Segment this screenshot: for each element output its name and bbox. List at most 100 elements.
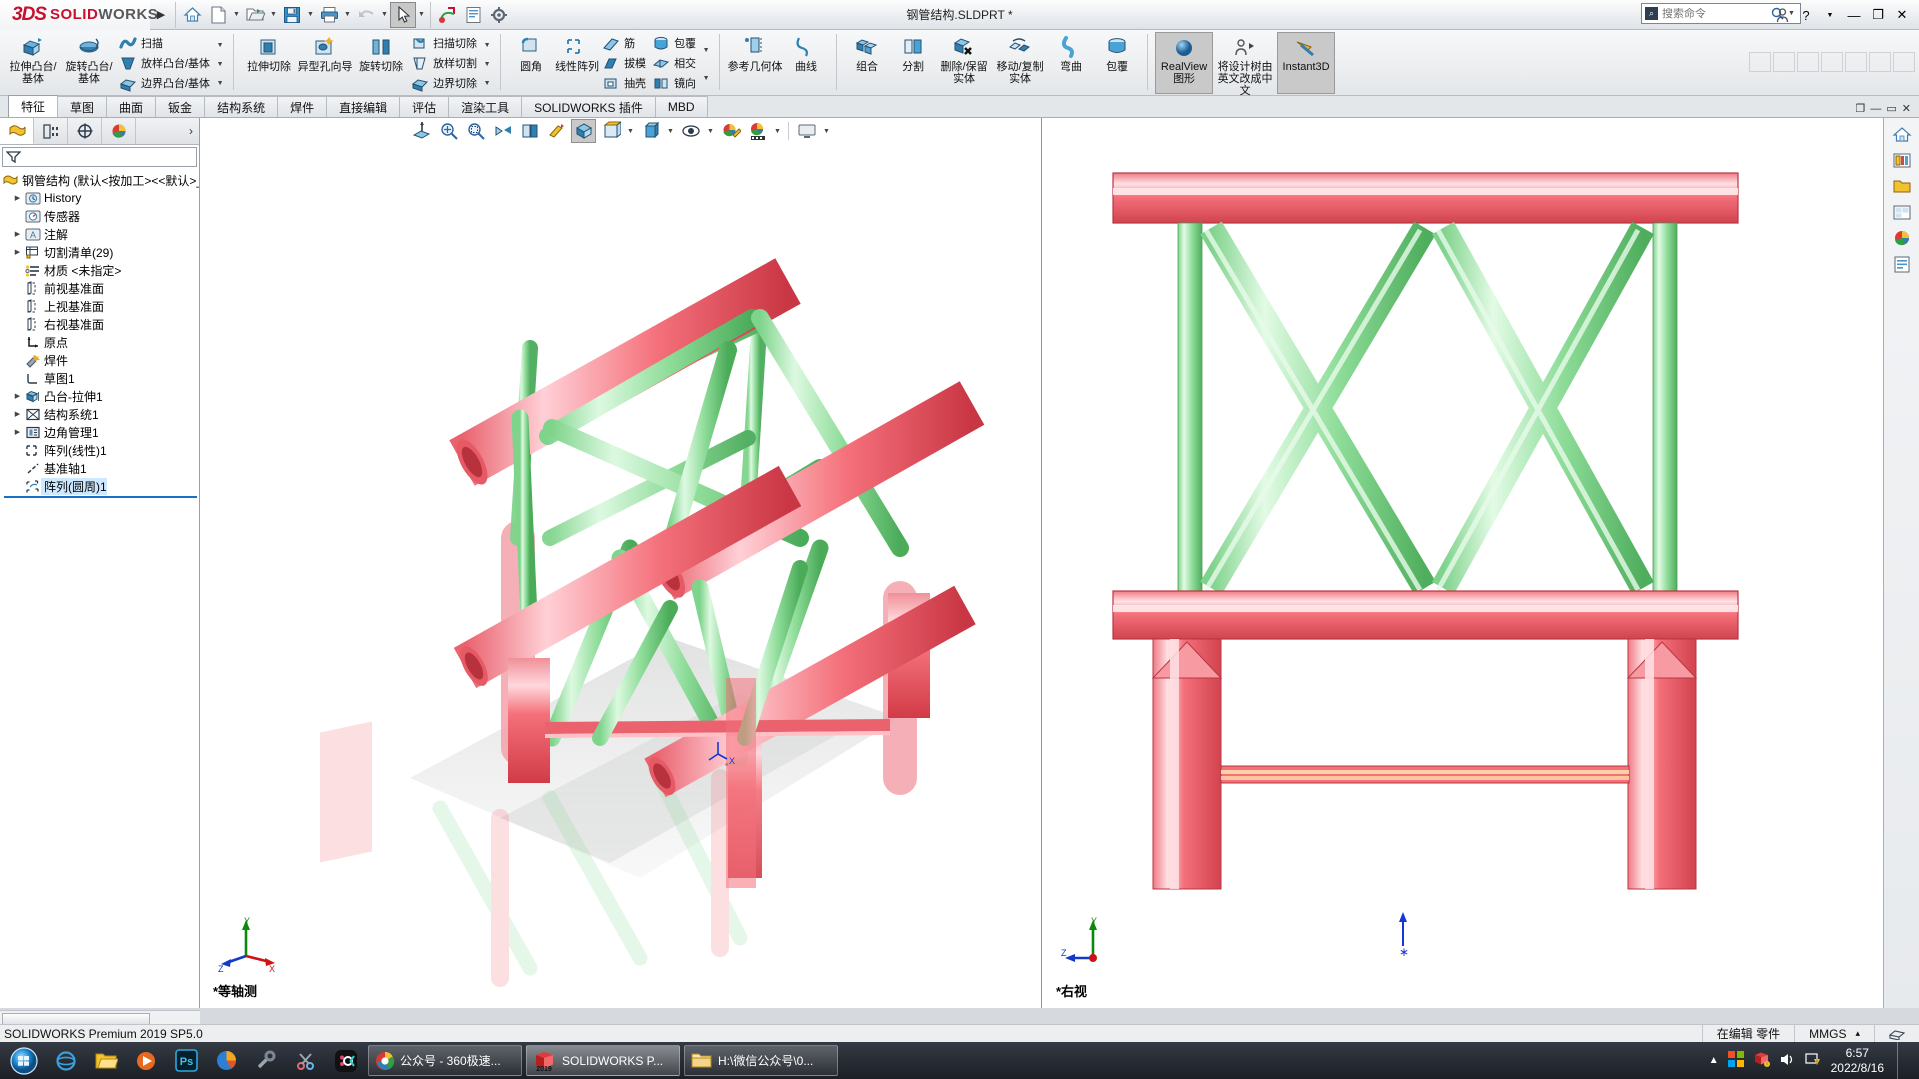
- tree-item-sketch1[interactable]: 草图1: [2, 369, 199, 387]
- open-folder-icon[interactable]: [242, 2, 268, 28]
- overflow-icon-6[interactable]: [1869, 52, 1891, 72]
- apply-scene-icon[interactable]: [745, 119, 770, 143]
- hide-show-items-icon[interactable]: [678, 119, 703, 143]
- tree-item-corner-management1[interactable]: ▶ 边角管理1: [2, 423, 199, 441]
- tab-weldments[interactable]: 焊件: [277, 96, 328, 117]
- loft-dropdown-icon[interactable]: ▼: [214, 55, 226, 74]
- mirror-button[interactable]: 镜向: [650, 73, 700, 93]
- taskbar-item-solidworks[interactable]: 2019 SOLIDWORKS P...: [526, 1045, 680, 1076]
- tree-item-front-plane[interactable]: 前视基准面: [2, 279, 199, 297]
- zoom-to-fit-icon[interactable]: [436, 119, 461, 143]
- curves-button[interactable]: 曲线: [783, 32, 829, 94]
- boundary-cut-dropdown-icon[interactable]: ▼: [481, 74, 493, 93]
- tree-item-linear-pattern1[interactable]: 阵列(线性)1: [2, 441, 199, 459]
- tree-expand-boss-extrude1[interactable]: ▶: [11, 392, 24, 400]
- start-orb-icon[interactable]: [2, 1043, 46, 1078]
- select-dropdown-icon[interactable]: ▼: [416, 2, 427, 28]
- move-copy-body-button[interactable]: 移动/复制实体: [992, 32, 1048, 94]
- tab-mbd[interactable]: MBD: [654, 96, 708, 117]
- explorer-icon[interactable]: [86, 1043, 126, 1078]
- rib-button[interactable]: 筋: [600, 33, 650, 53]
- menu-expand-arrow-icon[interactable]: ▶: [150, 8, 172, 21]
- view-settings-icon[interactable]: [794, 119, 819, 143]
- section-view-icon[interactable]: [409, 119, 434, 143]
- rebuild-icon[interactable]: [434, 2, 460, 28]
- print-dropdown-icon[interactable]: ▼: [342, 2, 353, 28]
- view-settings-dropdown-icon[interactable]: ▼: [821, 119, 832, 143]
- linear-pattern-button[interactable]: 线性阵列: [554, 32, 600, 94]
- extrude-boss-button[interactable]: 拉伸凸台/基体: [5, 32, 61, 94]
- sweep-cut-button[interactable]: 扫描切除: [409, 33, 481, 53]
- new-document-dropdown-icon[interactable]: ▼: [231, 2, 242, 28]
- tree-item-axis1[interactable]: 基准轴1: [2, 459, 199, 477]
- realview-graphics-toggle[interactable]: RealView 图形: [1155, 32, 1214, 94]
- ok-icon[interactable]: [326, 1043, 366, 1078]
- tree-expand-cutlist[interactable]: ▶: [11, 248, 24, 256]
- tab-sketch[interactable]: 草图: [57, 96, 108, 117]
- edit-appearance-icon[interactable]: [718, 119, 743, 143]
- tab-evaluate[interactable]: 评估: [399, 96, 450, 117]
- sweep-dropdown-icon[interactable]: ▼: [214, 36, 226, 55]
- revolve-cut-button[interactable]: 旋转切除: [353, 32, 409, 94]
- restore-doc-icon[interactable]: ❐: [1856, 102, 1866, 115]
- delete-keep-body-button[interactable]: 删除/保留实体: [936, 32, 992, 94]
- media-player-icon[interactable]: [126, 1043, 166, 1078]
- tree-language-toggle[interactable]: 将设计树由英文改成中文: [1216, 32, 1274, 98]
- tab-features[interactable]: 特征: [8, 95, 59, 117]
- minimize-doc-icon[interactable]: —: [1870, 103, 1881, 115]
- shell-button[interactable]: 抽壳: [600, 73, 650, 93]
- loft-cut-dropdown-icon[interactable]: ▼: [481, 55, 493, 74]
- minimize-button[interactable]: —: [1843, 3, 1865, 27]
- hide-show-items-dropdown-icon[interactable]: ▼: [705, 119, 716, 143]
- display-style-icon[interactable]: [638, 119, 663, 143]
- tab-sheetmetal[interactable]: 钣金: [155, 96, 206, 117]
- isometric-viewport[interactable]: ▼ ▼ ▼ ▼ ▼ X Y X Z *等轴测: [200, 118, 1042, 1008]
- firefox-icon[interactable]: [206, 1043, 246, 1078]
- taskbar-clock[interactable]: 6:57 2022/8/16: [1831, 1046, 1884, 1076]
- sweep-button[interactable]: 扫描: [117, 33, 214, 53]
- view-cube-dropdown-icon[interactable]: ▼: [625, 119, 636, 143]
- reference-geometry-button[interactable]: 参考几何体: [727, 32, 783, 94]
- tab-direct-editing[interactable]: 直接编辑: [326, 96, 401, 117]
- instant3d-toggle[interactable]: Instant3D: [1277, 32, 1336, 94]
- file-properties-icon[interactable]: [460, 2, 486, 28]
- fillet-button[interactable]: 圆角: [508, 32, 554, 94]
- custom-properties-icon[interactable]: [1889, 252, 1915, 276]
- loft-cut-button[interactable]: 放样切割: [409, 53, 481, 73]
- photoshop-icon[interactable]: Ps: [166, 1043, 206, 1078]
- overflow-icon-7[interactable]: [1893, 52, 1915, 72]
- undo-dropdown-icon[interactable]: ▼: [379, 2, 390, 28]
- file-explorer-icon[interactable]: [1889, 174, 1915, 198]
- tree-expand-annotations[interactable]: ▶: [11, 230, 24, 238]
- view-orientation-icon[interactable]: [571, 119, 596, 143]
- combine-button[interactable]: 组合: [844, 32, 890, 94]
- taskbar-item-chrome[interactable]: 公众号 - 360极速...: [368, 1045, 522, 1076]
- apply-scene-dropdown-icon[interactable]: ▼: [772, 119, 783, 143]
- view-orientation-paint-icon[interactable]: [544, 119, 569, 143]
- help-button[interactable]: ?: [1795, 3, 1817, 27]
- right-viewport[interactable]: ∗ Y Z *右视: [1043, 118, 1883, 1008]
- overflow-icon-4[interactable]: [1821, 52, 1843, 72]
- view-cube-icon[interactable]: [598, 119, 623, 143]
- tree-item-history[interactable]: ▶ History: [2, 189, 199, 207]
- intersect-button[interactable]: 相交: [650, 53, 700, 73]
- show-desktop-button[interactable]: [1897, 1042, 1909, 1079]
- loft-boss-button[interactable]: 放样凸台/基体: [117, 53, 214, 73]
- revolve-boss-button[interactable]: 旋转凸台/基体: [61, 32, 117, 94]
- display-manager-tab[interactable]: [102, 118, 136, 144]
- panel-expand-icon[interactable]: ›: [189, 124, 199, 138]
- tree-item-material[interactable]: 材质 <未指定>: [2, 261, 199, 279]
- tab-solidworks-addins[interactable]: SOLIDWORKS 插件: [521, 96, 656, 117]
- close-button[interactable]: ✕: [1891, 3, 1913, 27]
- display-style-dropdown-icon[interactable]: ▼: [665, 119, 676, 143]
- design-library-icon[interactable]: [1889, 148, 1915, 172]
- status-units[interactable]: MMGS ▴: [1794, 1024, 1874, 1043]
- home-icon[interactable]: [179, 2, 205, 28]
- tool-icon[interactable]: [246, 1043, 286, 1078]
- tree-item-cutlist[interactable]: ▶ 切割清单(29): [2, 243, 199, 261]
- intersect-dropdown-icon[interactable]: ▼: [700, 69, 712, 88]
- overflow-icon-1[interactable]: [1749, 52, 1771, 72]
- feature-manager-tab[interactable]: [0, 118, 34, 144]
- feature-tree-filter[interactable]: [2, 147, 197, 167]
- overflow-icon-5[interactable]: [1845, 52, 1867, 72]
